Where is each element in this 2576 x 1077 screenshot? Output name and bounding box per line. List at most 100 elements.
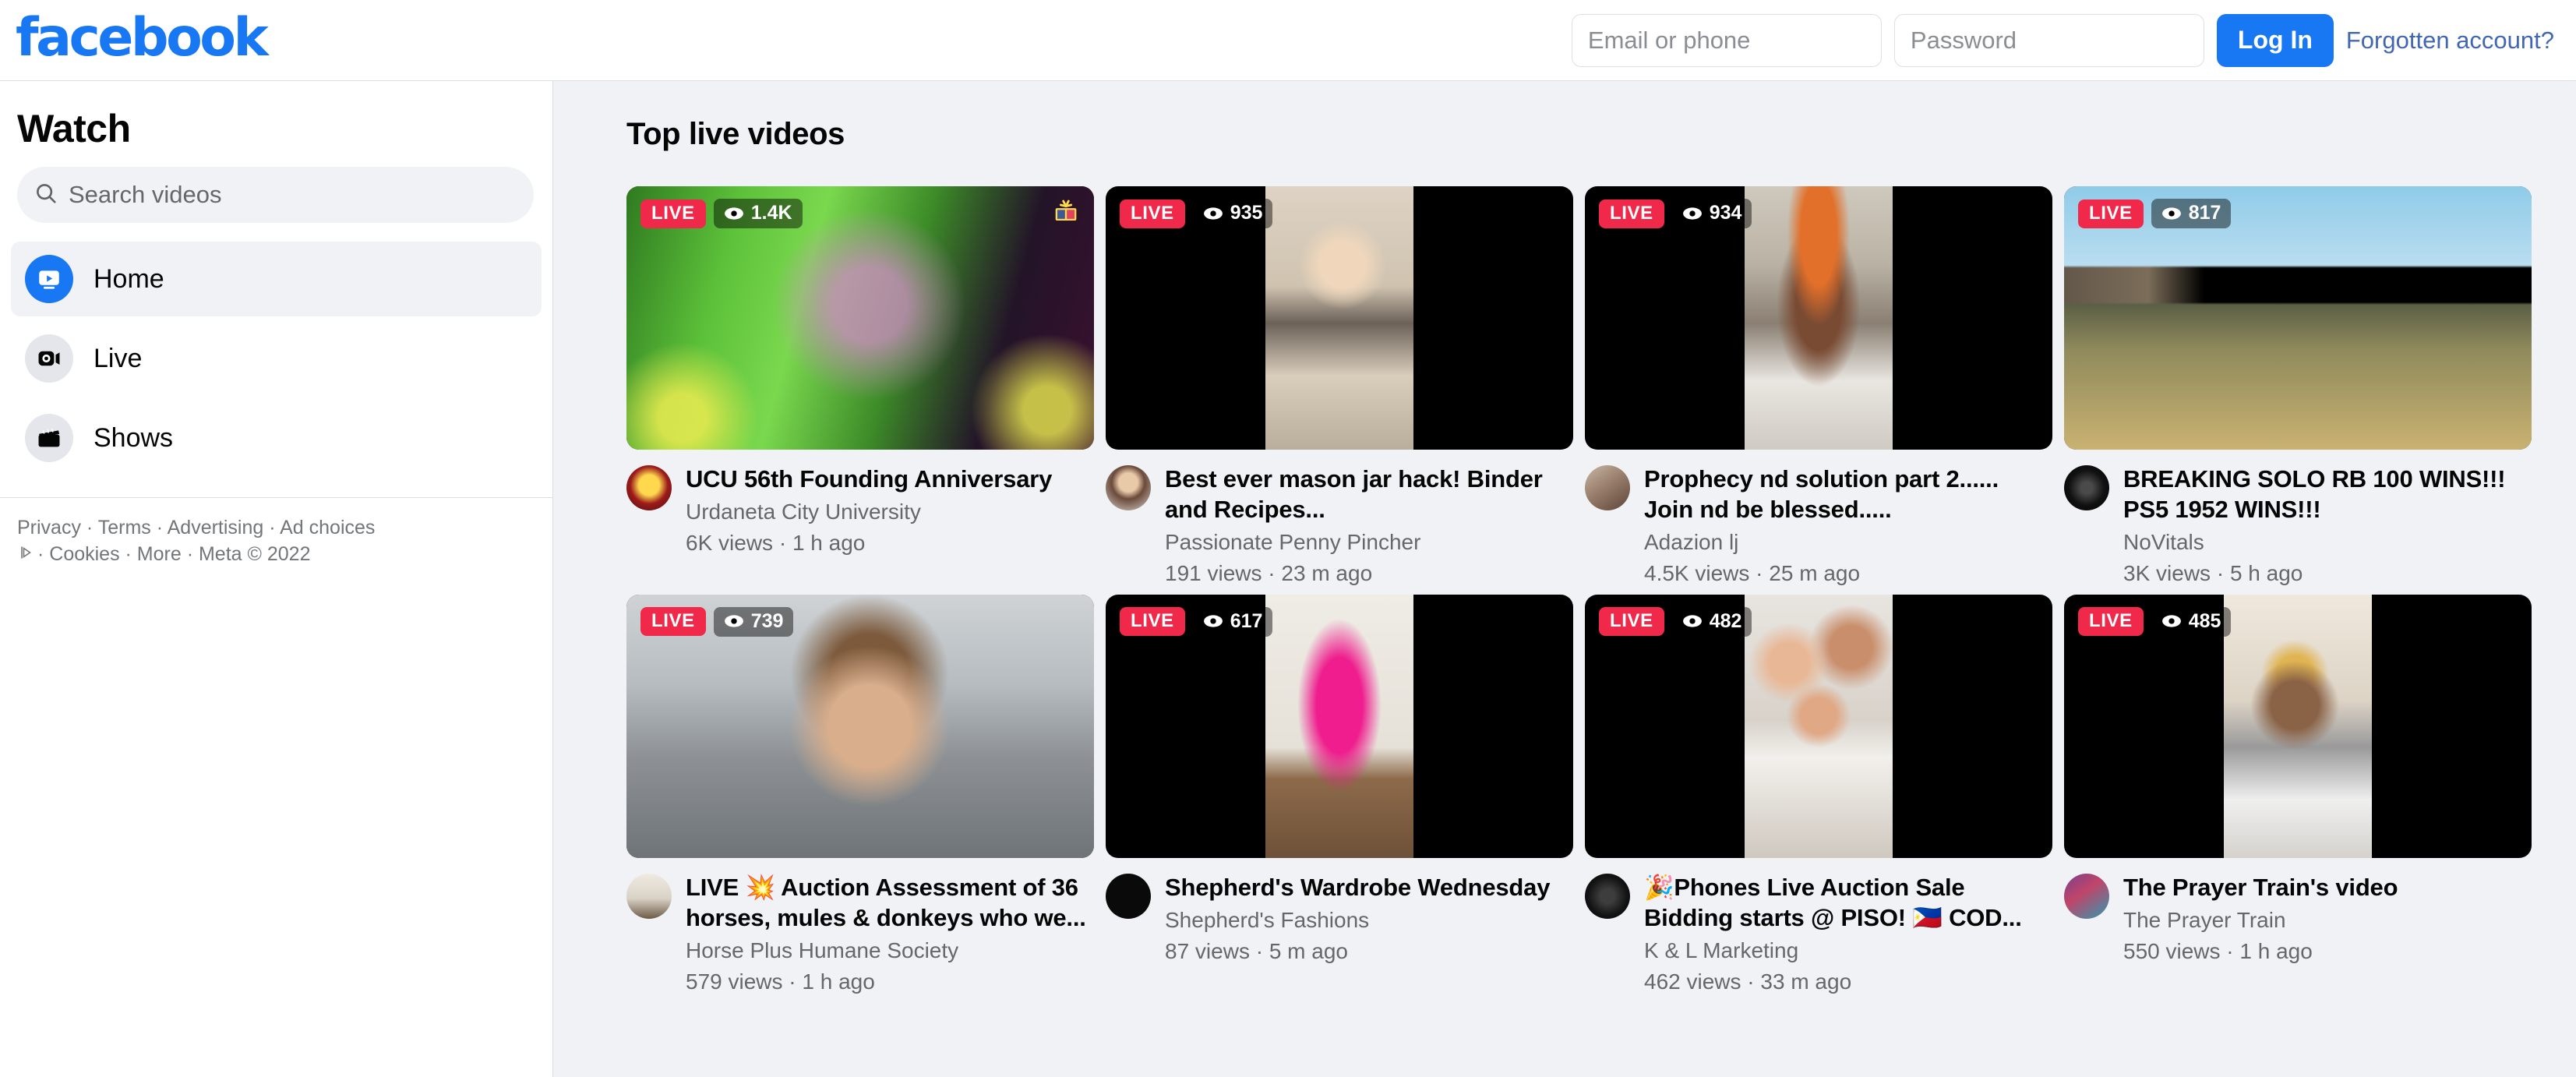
sidebar-item-label: Shows — [94, 422, 174, 453]
avatar[interactable] — [2064, 873, 2109, 919]
sidebar-item-home[interactable]: Home — [11, 242, 542, 316]
live-viewer-pill: 935 — [1192, 199, 1273, 228]
video-meta: Shepherd's Wardrobe Wednesday Shepherd's… — [1106, 858, 1573, 966]
sidebar-item-label: Home — [94, 263, 164, 294]
video-thumbnail[interactable]: LIVE 935 — [1106, 186, 1573, 450]
video-thumbnail[interactable]: LIVE 1.4K — [626, 186, 1094, 450]
avatar[interactable] — [1585, 465, 1630, 510]
video-card[interactable]: LIVE 482 🎉Phones Live Auction Sale Biddi… — [1585, 594, 2052, 997]
live-badge: LIVE — [1599, 199, 1664, 228]
video-card[interactable]: LIVE 485 The Prayer Train's video The Pr… — [2064, 594, 2532, 997]
eye-icon — [724, 207, 743, 220]
live-badge: LIVE — [1599, 607, 1664, 637]
video-page-name[interactable]: Shepherd's Fashions — [1165, 906, 1573, 935]
live-viewer-pill: 617 — [1192, 606, 1273, 637]
sidebar-item-label: Live — [94, 343, 143, 373]
video-card[interactable]: LIVE 935 Best ever mason jar hack! Binde… — [1106, 186, 1573, 588]
video-title[interactable]: Best ever mason jar hack! Binder and Rec… — [1165, 464, 1573, 524]
gift-badge-icon — [1050, 197, 1082, 228]
video-meta: LIVE 💥 Auction Assessment of 36 horses, … — [626, 858, 1094, 997]
sidebar-item-shows[interactable]: Shows — [11, 401, 542, 475]
video-card[interactable]: LIVE 934 Prophecy nd solution part 2....… — [1585, 186, 2052, 588]
live-viewer-count: 935 — [1230, 202, 1263, 224]
video-thumbnail[interactable]: LIVE 482 — [1585, 594, 2052, 858]
video-page-name[interactable]: K & L Marketing — [1644, 936, 2052, 966]
video-title[interactable]: BREAKING SOLO RB 100 WINS!!! PS5 1952 WI… — [2123, 464, 2532, 524]
live-badge: LIVE — [2078, 199, 2144, 228]
video-view-count: 87 views · 5 m ago — [1165, 938, 1348, 963]
section-title: Top live videos — [626, 117, 845, 151]
live-badge: LIVE — [1120, 199, 1185, 228]
thumbnail-image — [1265, 594, 1413, 858]
video-card[interactable]: LIVE 739 LIVE 💥 Auction Assessment of 36… — [626, 594, 1094, 997]
video-thumbnail[interactable]: LIVE 485 — [2064, 594, 2532, 858]
ad-choices-icon — [17, 543, 36, 570]
log-in-button[interactable]: Log In — [2216, 13, 2334, 67]
video-view-count: 191 views · 23 m ago — [1165, 560, 1373, 585]
forgotten-account-link[interactable]: Forgotten account? — [2346, 26, 2554, 55]
live-badge: LIVE — [640, 199, 706, 228]
avatar[interactable] — [626, 873, 672, 919]
video-page-name[interactable]: NoVitals — [2123, 528, 2532, 557]
live-badge: LIVE — [2078, 607, 2144, 637]
eye-icon — [2161, 615, 2181, 627]
footer-line-2-text[interactable]: · Cookies · More · Meta © 2022 — [37, 543, 311, 565]
email-or-phone-input[interactable] — [1571, 13, 1882, 67]
video-meta: Prophecy nd solution part 2...... Join n… — [1585, 450, 2052, 588]
video-view-count: 6K views · 1 h ago — [686, 530, 866, 555]
video-thumbnail[interactable]: LIVE 817 — [2064, 186, 2532, 450]
video-meta: The Prayer Train's video The Prayer Trai… — [2064, 858, 2532, 966]
search-videos-box[interactable] — [17, 167, 534, 223]
video-page-name[interactable]: Passionate Penny Pincher — [1165, 528, 1573, 557]
video-card[interactable]: LIVE 817 BREAKING SOLO RB 100 WINS!!! PS… — [2064, 186, 2532, 588]
video-view-count: 550 views · 1 h ago — [2123, 938, 2313, 963]
video-title[interactable]: LIVE 💥 Auction Assessment of 36 horses, … — [686, 872, 1094, 933]
video-page-name[interactable]: Urdaneta City University — [686, 497, 1094, 527]
live-status-group: LIVE 482 — [1599, 606, 1752, 637]
live-status-group: LIVE 935 — [1120, 199, 1273, 228]
avatar[interactable] — [1106, 465, 1151, 510]
live-viewer-count: 485 — [2188, 609, 2221, 632]
video-page-name[interactable]: The Prayer Train — [2123, 906, 2532, 935]
live-badge: LIVE — [1120, 607, 1185, 637]
avatar[interactable] — [1106, 873, 1151, 919]
sidebar-item-live[interactable]: Live — [11, 321, 542, 396]
avatar[interactable] — [2064, 465, 2109, 510]
video-thumbnail[interactable]: LIVE 739 — [626, 594, 1094, 858]
video-meta: 🎉Phones Live Auction Sale Bidding starts… — [1585, 858, 2052, 997]
password-input[interactable] — [1893, 13, 2204, 67]
footer-line-1[interactable]: Privacy · Terms · Advertising · Ad choic… — [17, 515, 535, 542]
avatar[interactable] — [626, 465, 672, 510]
live-viewer-count: 739 — [750, 609, 784, 632]
video-meta: BREAKING SOLO RB 100 WINS!!! PS5 1952 WI… — [2064, 450, 2532, 588]
eye-icon — [1682, 615, 1702, 627]
video-view-count: 3K views · 5 h ago — [2123, 560, 2303, 585]
video-title[interactable]: 🎉Phones Live Auction Sale Bidding starts… — [1644, 872, 2052, 933]
live-status-group: LIVE 485 — [2078, 606, 2232, 637]
live-status-group: LIVE 934 — [1599, 199, 1752, 228]
thumbnail-image — [2224, 594, 2372, 858]
live-badge: LIVE — [640, 607, 706, 637]
live-viewer-count: 482 — [1709, 609, 1742, 632]
clapperboard-icon — [25, 414, 73, 462]
avatar[interactable] — [1585, 873, 1630, 919]
sidebar-nav-list: Home Live Shows — [0, 242, 552, 480]
video-thumbnail[interactable]: LIVE 934 — [1585, 186, 2052, 450]
main-content: Top live videos LIVE 1.4K UCU 56th Found… — [553, 81, 2576, 1077]
video-title[interactable]: Shepherd's Wardrobe Wednesday — [1165, 872, 1573, 902]
video-title[interactable]: UCU 56th Founding Anniversary — [686, 464, 1094, 494]
live-viewer-count: 1.4K — [750, 202, 792, 224]
video-page-name[interactable]: Horse Plus Humane Society — [686, 936, 1094, 966]
video-card[interactable]: LIVE 617 Shepherd's Wardrobe Wednesday S… — [1106, 594, 1573, 997]
video-page-name[interactable]: Adazion lj — [1644, 528, 2052, 557]
facebook-logo[interactable]: facebook — [16, 11, 269, 69]
eye-icon — [1203, 207, 1223, 220]
video-title[interactable]: Prophecy nd solution part 2...... Join n… — [1644, 464, 2052, 524]
video-title[interactable]: The Prayer Train's video — [2123, 872, 2532, 902]
video-thumbnail[interactable]: LIVE 617 — [1106, 594, 1573, 858]
live-viewer-pill: 817 — [2151, 199, 2232, 228]
live-viewer-pill: 934 — [1671, 199, 1752, 228]
eye-icon — [2161, 207, 2181, 220]
search-input[interactable] — [69, 181, 517, 209]
video-card[interactable]: LIVE 1.4K UCU 56th Founding Anniversary … — [626, 186, 1094, 588]
